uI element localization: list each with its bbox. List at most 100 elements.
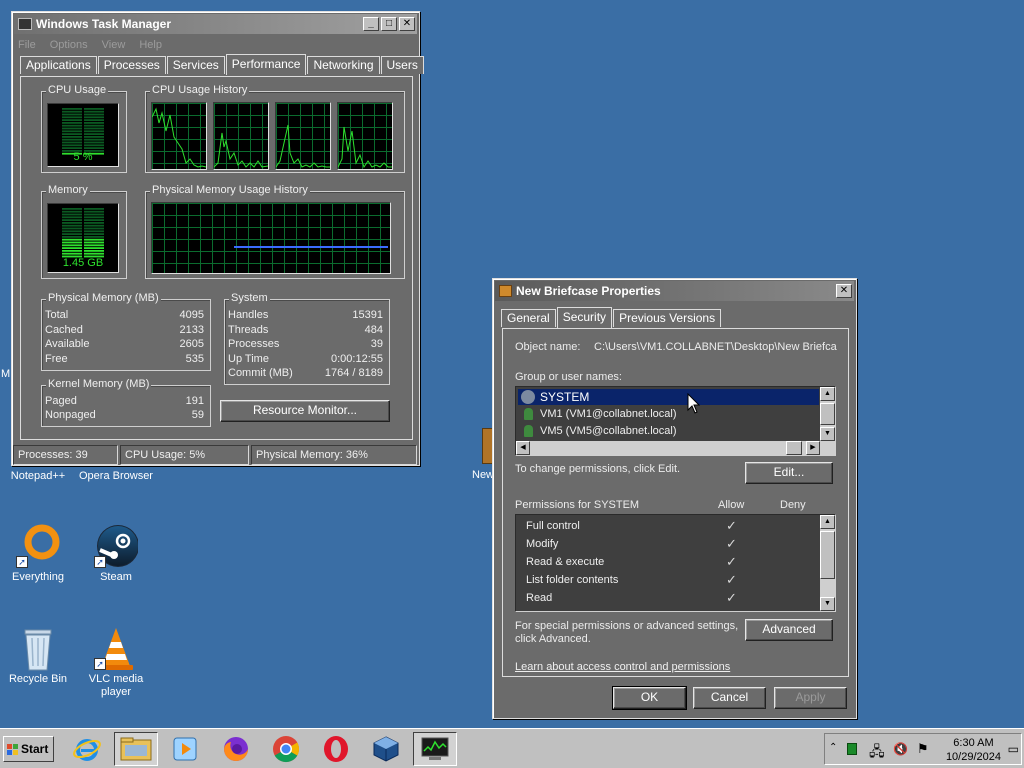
scroll-thumb[interactable] bbox=[820, 403, 835, 425]
desktop-icon-everything[interactable]: ➚ Everything bbox=[0, 524, 78, 584]
clock[interactable]: 6:30 AM 10/29/2024 bbox=[946, 736, 1001, 764]
task-manager-window[interactable]: Windows Task Manager _ □ ✕ File Options … bbox=[11, 11, 424, 466]
desktop-icon-recycle-bin[interactable]: Recycle Bin bbox=[0, 626, 78, 686]
taskbar-task-manager[interactable] bbox=[413, 732, 457, 766]
phys-row-free: Free 535 bbox=[45, 353, 204, 365]
meter-segment bbox=[62, 113, 82, 116]
meter-segment bbox=[84, 216, 104, 219]
tab-processes[interactable]: Processes bbox=[97, 56, 166, 74]
meter-segment bbox=[62, 250, 82, 252]
menu-view[interactable]: View bbox=[102, 36, 126, 54]
tab-general[interactable]: General bbox=[501, 309, 556, 327]
taskbar-media-player[interactable] bbox=[163, 732, 207, 766]
scroll-up-arrow-icon[interactable]: ▲ bbox=[820, 387, 835, 401]
user-row-system[interactable]: SYSTEM bbox=[518, 389, 819, 405]
tab-previous-versions[interactable]: Previous Versions bbox=[613, 309, 722, 327]
green-status-icon[interactable] bbox=[847, 743, 857, 755]
close-button[interactable]: ✕ bbox=[836, 284, 852, 298]
meter-segment bbox=[84, 213, 104, 216]
memory-label: Memory bbox=[46, 184, 90, 196]
checkmark-icon: ✓ bbox=[726, 572, 737, 587]
permissions-for-label: Permissions for SYSTEM bbox=[515, 499, 640, 511]
cancel-button[interactable]: Cancel bbox=[693, 687, 766, 709]
meter-segment bbox=[62, 108, 82, 110]
scroll-thumb[interactable] bbox=[820, 531, 835, 579]
desktop-icon-partial[interactable]: New bbox=[472, 428, 502, 481]
taskbar-chrome[interactable] bbox=[264, 732, 308, 766]
network-icon[interactable]: 🖧 bbox=[869, 741, 885, 765]
menu-help[interactable]: Help bbox=[139, 36, 162, 54]
meter-segment bbox=[84, 138, 104, 141]
scroll-up-arrow-icon[interactable]: ▲ bbox=[820, 515, 835, 529]
start-button[interactable]: Start bbox=[3, 736, 54, 762]
apply-button[interactable]: Apply bbox=[774, 687, 847, 709]
memory-meter: 1.45 GB bbox=[47, 203, 119, 273]
user-list-hscroll[interactable]: ◀ ▶ bbox=[516, 441, 835, 455]
desktop-icon-vlc[interactable]: ➚ VLC media player bbox=[76, 626, 156, 699]
speaker-muted-icon[interactable]: 🔇 bbox=[893, 742, 908, 756]
scroll-right-arrow-icon[interactable]: ▶ bbox=[806, 441, 820, 455]
menu-options[interactable]: Options bbox=[50, 36, 88, 54]
meter-segment bbox=[84, 238, 104, 241]
meter-segment bbox=[84, 227, 104, 230]
scroll-down-arrow-icon[interactable]: ▼ bbox=[820, 427, 835, 441]
shortcut-arrow-icon: ➚ bbox=[94, 658, 106, 670]
advanced-button[interactable]: Advanced bbox=[745, 619, 833, 641]
window-title: Windows Task Manager bbox=[36, 17, 172, 31]
dialog-title: New Briefcase Properties bbox=[516, 284, 661, 298]
permissions-list[interactable]: Full control ✓ Modify ✓ Read & execute ✓ Li… bbox=[515, 514, 836, 612]
hscroll-thumb[interactable] bbox=[786, 441, 802, 455]
meter-segment bbox=[84, 136, 104, 138]
meter-segment bbox=[62, 241, 82, 244]
close-button[interactable]: ✕ bbox=[399, 17, 415, 31]
desktop-icon-opera-browser[interactable]: Opera Browser bbox=[76, 470, 156, 483]
checkmark-icon: ✓ bbox=[726, 536, 737, 551]
object-name-value: C:\Users\VM1.COLLABNET\Desktop\New Brief… bbox=[594, 341, 837, 353]
meter-segment bbox=[84, 252, 104, 255]
taskbar-firefox[interactable] bbox=[214, 732, 258, 766]
task-manager-titlebar[interactable]: Windows Task Manager _ □ ✕ bbox=[14, 14, 417, 34]
meter-segment bbox=[84, 119, 104, 121]
kernel-memory-group: Kernel Memory (MB) Paged 191 Nonpaged 59 bbox=[41, 378, 211, 427]
taskbar-opera[interactable] bbox=[314, 732, 358, 766]
permission-row-full-control: Full control ✓ bbox=[526, 518, 737, 533]
tab-performance[interactable]: Performance bbox=[225, 54, 307, 75]
desktop-icon-steam[interactable]: ➚ Steam bbox=[76, 524, 156, 584]
learn-access-control-link[interactable]: Learn about access control and permissio… bbox=[515, 661, 730, 673]
taskbar-file-explorer[interactable] bbox=[114, 732, 158, 766]
object-name-label: Object name: bbox=[515, 341, 581, 353]
desktop-icon-notepad-plus-plus[interactable]: Notepad++ bbox=[0, 470, 78, 483]
shortcut-arrow-icon: ➚ bbox=[16, 556, 28, 568]
menu-file[interactable]: File bbox=[18, 36, 36, 54]
tab-networking[interactable]: Networking bbox=[307, 56, 380, 74]
meter-segment bbox=[62, 133, 82, 135]
maximize-button[interactable]: □ bbox=[381, 17, 397, 31]
tab-applications[interactable]: Applications bbox=[20, 56, 97, 74]
tab-users[interactable]: Users bbox=[380, 56, 424, 74]
taskbar-virtualbox[interactable] bbox=[364, 732, 408, 766]
user-list-vscroll[interactable]: ▲ ▼ bbox=[820, 387, 835, 441]
taskbar-internet-explorer[interactable] bbox=[65, 732, 109, 766]
tab-services[interactable]: Services bbox=[166, 56, 225, 74]
action-center-flag-icon[interactable]: ⚑ bbox=[917, 741, 929, 757]
kernel-row-nonpaged: Nonpaged 59 bbox=[45, 409, 204, 421]
meter-segment bbox=[62, 236, 82, 238]
tab-security[interactable]: Security bbox=[556, 307, 613, 328]
properties-dialog[interactable]: New Briefcase Properties ✕ General Secur… bbox=[492, 278, 857, 719]
scroll-left-arrow-icon[interactable]: ◀ bbox=[516, 441, 530, 455]
user-list[interactable]: SYSTEM VM1 (VM1@collabnet.local) VM5 (VM… bbox=[515, 386, 836, 456]
show-hidden-icons-chevron-icon[interactable]: ⌃ bbox=[829, 742, 837, 753]
phys-row-available: Available 2605 bbox=[45, 338, 204, 350]
notification-icon[interactable]: ▭ bbox=[1008, 742, 1019, 756]
scroll-down-arrow-icon[interactable]: ▼ bbox=[820, 597, 835, 611]
special-permissions-text-1: For special permissions or advanced sett… bbox=[515, 620, 739, 632]
properties-titlebar[interactable]: New Briefcase Properties ✕ bbox=[495, 281, 854, 301]
permissions-vscroll[interactable]: ▲ ▼ bbox=[820, 515, 835, 611]
user-row-vm5[interactable]: VM5 (VM5@collabnet.local) bbox=[518, 423, 819, 439]
ok-button[interactable]: OK bbox=[612, 686, 687, 710]
edit-button[interactable]: Edit... bbox=[745, 462, 833, 484]
minimize-button[interactable]: _ bbox=[363, 17, 379, 31]
meter-segment bbox=[84, 236, 104, 238]
user-row-vm1[interactable]: VM1 (VM1@collabnet.local) bbox=[518, 406, 819, 422]
resource-monitor-button[interactable]: Resource Monitor... bbox=[220, 400, 390, 422]
